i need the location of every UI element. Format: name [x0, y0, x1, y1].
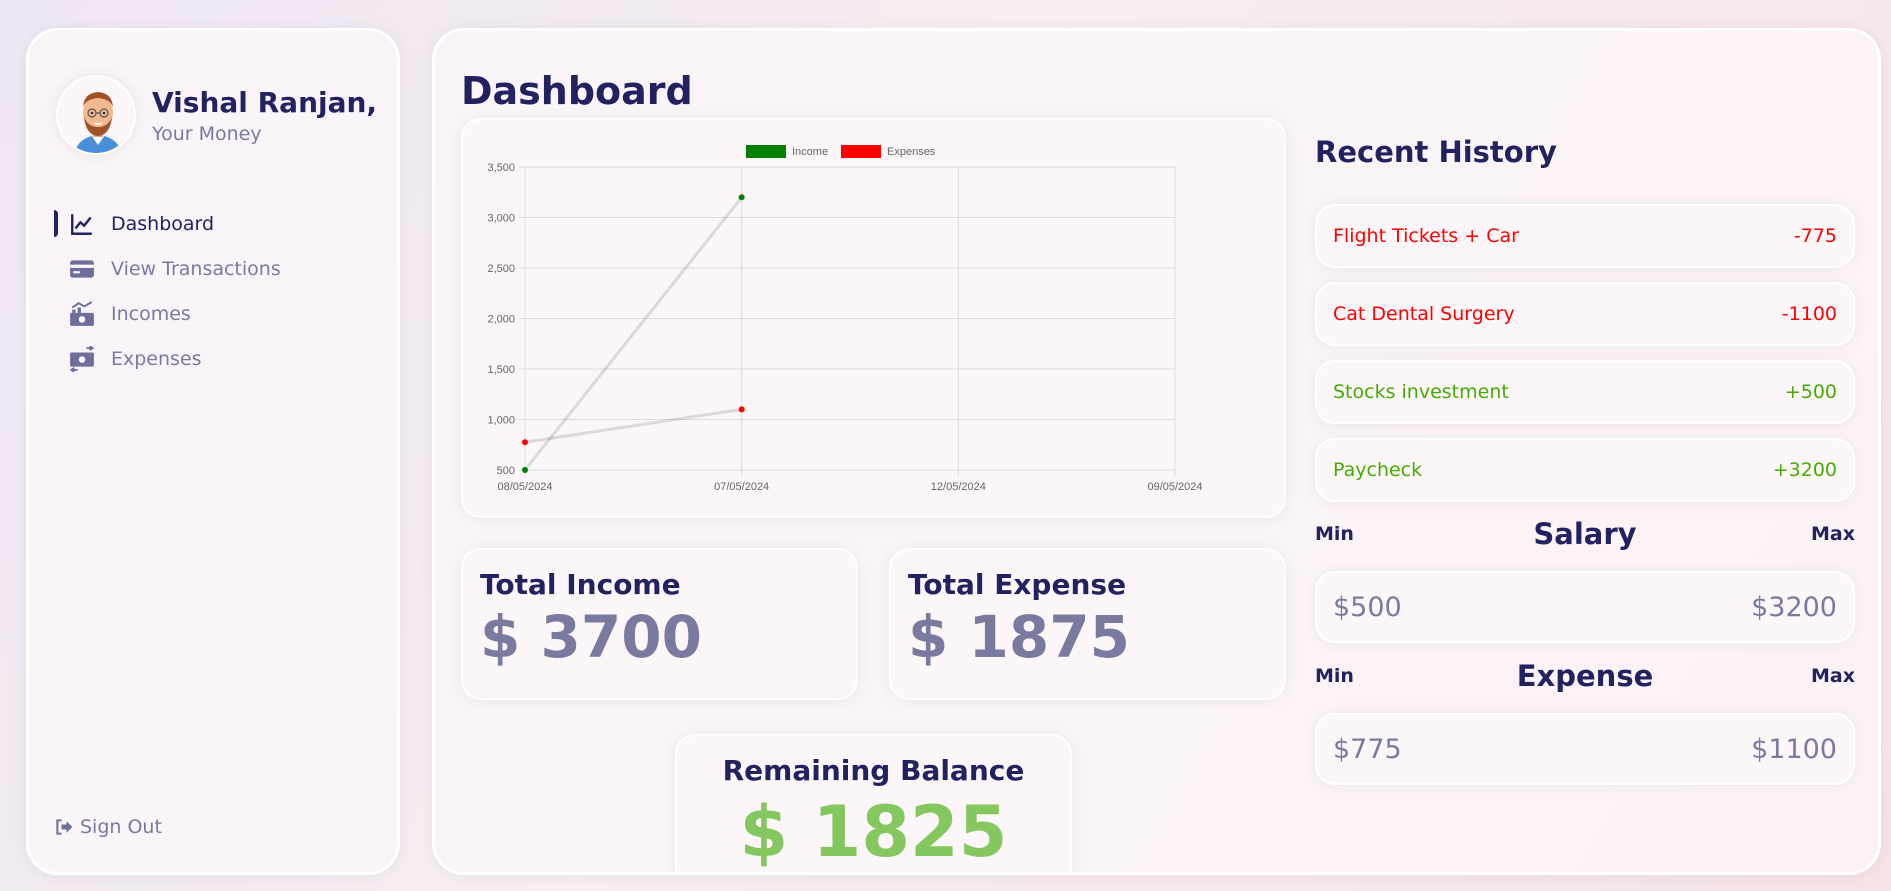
- y-tick-label: 2,000: [487, 314, 515, 326]
- menu-item-label: View Transactions: [111, 257, 281, 280]
- expense-min-value: $775: [1333, 733, 1402, 765]
- y-tick-label: 500: [497, 465, 515, 477]
- avatar: [56, 75, 136, 155]
- total-expense-card: Total Expense $ 1875: [889, 548, 1286, 700]
- history-item-title: Paycheck: [1333, 459, 1423, 481]
- history-item-amount: -1100: [1781, 303, 1837, 325]
- y-tick-label: 2,500: [487, 263, 515, 275]
- history-item-title: Stocks investment: [1333, 381, 1509, 403]
- salary-max-label: Max: [1811, 523, 1855, 545]
- series-line-income: [523, 196, 743, 471]
- y-tick-label: 1,000: [487, 415, 515, 427]
- user-name: Vishal Ranjan,: [152, 85, 378, 119]
- salary-max-value: $3200: [1751, 591, 1837, 623]
- x-tick-label: 07/05/2024: [714, 481, 769, 493]
- expense-max-value: $1100: [1751, 733, 1837, 765]
- nav-menu: Dashboard View Transactions Incomes Expe…: [29, 201, 397, 381]
- history-item-title: Cat Dental Surgery: [1333, 303, 1515, 325]
- sidebar: Vishal Ranjan, Your Money Dashboard View…: [26, 28, 400, 875]
- user-subtitle: Your Money: [152, 122, 262, 145]
- sign-out-button[interactable]: Sign Out: [54, 816, 162, 838]
- main-panel: Dashboard 500 1,000 1,500 2,000 2,500 3,000 3,…: [432, 28, 1881, 875]
- remaining-balance-label: Remaining Balance: [722, 754, 1025, 787]
- income-expense-chart: 500 1,000 1,500 2,000 2,500 3,000 3,500 08/05/2…: [461, 118, 1286, 518]
- menu-item-view-transactions[interactable]: View Transactions: [29, 246, 397, 291]
- total-expense-label: Total Expense: [908, 568, 1127, 601]
- menu-item-expenses[interactable]: Expenses: [29, 336, 397, 381]
- legend-swatch-income: [746, 145, 786, 158]
- menu-item-dashboard[interactable]: Dashboard: [29, 201, 397, 246]
- x-tick-label: 08/05/2024: [497, 481, 552, 493]
- salary-range-header: Min Salary Max: [1315, 517, 1855, 551]
- x-tick-label: 12/05/2024: [931, 481, 986, 493]
- y-tick-label: 3,000: [487, 213, 515, 225]
- expense-title: Expense: [1516, 659, 1654, 693]
- line-chart-icon: [71, 213, 92, 235]
- history-item: Cat Dental Surgery -1100: [1315, 282, 1855, 346]
- data-point-income: [738, 194, 745, 201]
- data-point-expenses: [522, 439, 528, 446]
- history-item-amount: -775: [1793, 225, 1837, 247]
- expense-min-label: Min: [1315, 665, 1354, 687]
- menu-item-label: Dashboard: [111, 212, 215, 235]
- menu-item-label: Expenses: [111, 347, 202, 370]
- history-item-title: Flight Tickets + Car: [1333, 225, 1519, 247]
- x-tick-label: 09/05/2024: [1147, 481, 1202, 493]
- history-item: Paycheck +3200: [1315, 438, 1855, 502]
- menu-item-label: Incomes: [111, 302, 191, 325]
- sign-out-label: Sign Out: [80, 816, 162, 838]
- avatar-image: [58, 77, 134, 153]
- remaining-balance-value: $ 1825: [739, 791, 1008, 873]
- salary-title: Salary: [1533, 517, 1637, 551]
- money-exchange-icon: [69, 345, 95, 372]
- data-point-income: [522, 467, 528, 473]
- recent-history-title: Recent History: [1315, 135, 1557, 169]
- salary-range-box: $500 $3200: [1315, 571, 1855, 643]
- total-income-value: $ 3700: [480, 603, 702, 671]
- credit-card-icon: [70, 259, 94, 278]
- legend-swatch-expenses: [841, 145, 881, 158]
- y-tick-label: 1,500: [487, 364, 515, 376]
- line-chart: 500 1,000 1,500 2,000 2,500 3,000 3,500 08/05/2…: [487, 145, 1203, 493]
- y-tick-label: 3,500: [487, 162, 515, 174]
- sign-out-icon: [56, 819, 73, 835]
- salary-min-value: $500: [1333, 591, 1402, 623]
- total-income-label: Total Income: [480, 568, 681, 601]
- series-line-expenses: [524, 407, 742, 444]
- history-item-amount: +500: [1784, 381, 1837, 403]
- legend-label-expenses: Expenses: [887, 146, 936, 158]
- salary-min-label: Min: [1315, 523, 1354, 545]
- page-title: Dashboard: [461, 69, 693, 113]
- total-income-card: Total Income $ 3700: [461, 548, 858, 700]
- history-item-amount: +3200: [1772, 459, 1837, 481]
- history-item: Stocks investment +500: [1315, 360, 1855, 424]
- remaining-balance-card: Remaining Balance $ 1825: [675, 734, 1072, 873]
- legend-label-income: Income: [792, 146, 828, 158]
- expense-max-label: Max: [1811, 665, 1855, 687]
- total-expense-value: $ 1875: [908, 603, 1130, 671]
- money-trend-icon: [70, 300, 94, 326]
- data-point-expenses: [738, 406, 745, 413]
- menu-item-incomes[interactable]: Incomes: [29, 291, 397, 336]
- expense-range-header: Min Expense Max: [1315, 659, 1855, 693]
- user-profile: Vishal Ranjan, Your Money: [56, 75, 377, 155]
- expense-range-box: $775 $1100: [1315, 713, 1855, 785]
- history-item: Flight Tickets + Car -775: [1315, 204, 1855, 268]
